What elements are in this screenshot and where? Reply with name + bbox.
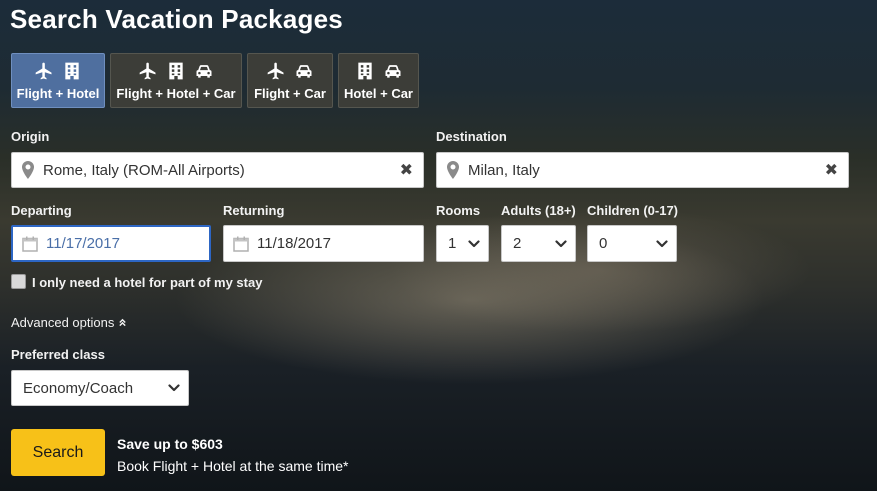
- children-value: 0: [599, 235, 608, 252]
- plane-icon: [34, 61, 54, 81]
- destination-input[interactable]: [468, 161, 825, 179]
- tab-label: Flight + Hotel: [16, 86, 100, 101]
- car-icon: [194, 61, 214, 81]
- hotel-icon: [62, 61, 82, 81]
- advanced-options-label: Advanced options: [11, 315, 115, 330]
- adults-value: 2: [513, 235, 522, 252]
- tab-flight-hotel[interactable]: Flight + Hotel: [11, 53, 105, 108]
- chevron-down-icon: [168, 382, 180, 394]
- page-title: Search Vacation Packages: [10, 4, 343, 34]
- departing-field[interactable]: [11, 225, 211, 262]
- tab-hotel-car[interactable]: Hotel + Car: [338, 53, 419, 108]
- chevron-double-up-icon: [119, 318, 127, 327]
- chevron-down-icon: [468, 238, 480, 250]
- car-icon: [383, 61, 403, 81]
- advanced-options-toggle[interactable]: Advanced options: [11, 315, 127, 330]
- tab-label: Hotel + Car: [344, 86, 413, 101]
- adults-label: Adults (18+): [501, 203, 576, 218]
- origin-input[interactable]: [43, 161, 400, 179]
- rooms-label: Rooms: [436, 203, 481, 218]
- calendar-icon: [233, 236, 249, 252]
- clear-icon[interactable]: ✖: [400, 160, 413, 180]
- origin-field[interactable]: ✖: [11, 152, 424, 188]
- calendar-icon: [22, 236, 38, 252]
- chevron-down-icon: [656, 238, 668, 250]
- children-label: Children (0-17): [587, 203, 679, 218]
- departing-input[interactable]: [46, 235, 209, 252]
- chevron-down-icon: [555, 238, 567, 250]
- partial-stay-checkbox[interactable]: [11, 274, 26, 289]
- location-pin-icon: [21, 161, 35, 179]
- preferred-class-select[interactable]: Economy/Coach: [11, 370, 189, 406]
- returning-input[interactable]: [257, 235, 423, 252]
- promo-title: Save up to $603: [117, 436, 223, 452]
- children-select[interactable]: 0: [587, 225, 677, 262]
- location-pin-icon: [446, 161, 460, 179]
- tab-label: Flight + Car: [254, 86, 326, 101]
- clear-icon[interactable]: ✖: [825, 160, 838, 180]
- preferred-class-label: Preferred class: [11, 347, 105, 362]
- returning-field[interactable]: [223, 225, 424, 262]
- car-icon: [294, 61, 314, 81]
- plane-icon: [266, 61, 286, 81]
- destination-field[interactable]: ✖: [436, 152, 849, 188]
- rooms-select[interactable]: 1: [436, 225, 489, 262]
- tab-flight-car[interactable]: Flight + Car: [247, 53, 333, 108]
- origin-label: Origin: [11, 129, 50, 144]
- plane-icon: [138, 61, 158, 81]
- tab-flight-hotel-car[interactable]: Flight + Hotel + Car: [110, 53, 242, 108]
- destination-label: Destination: [436, 129, 507, 144]
- returning-label: Returning: [223, 203, 285, 218]
- preferred-class-value: Economy/Coach: [23, 379, 134, 397]
- hotel-icon: [355, 61, 375, 81]
- promo-text: Book Flight + Hotel at the same time*: [117, 458, 349, 474]
- partial-stay-label[interactable]: I only need a hotel for part of my stay: [32, 275, 262, 290]
- adults-select[interactable]: 2: [501, 225, 576, 262]
- tab-label: Flight + Hotel + Car: [116, 86, 236, 101]
- rooms-value: 1: [448, 235, 457, 252]
- departing-label: Departing: [11, 203, 72, 218]
- search-button[interactable]: Search: [11, 429, 105, 476]
- hotel-icon: [166, 61, 186, 81]
